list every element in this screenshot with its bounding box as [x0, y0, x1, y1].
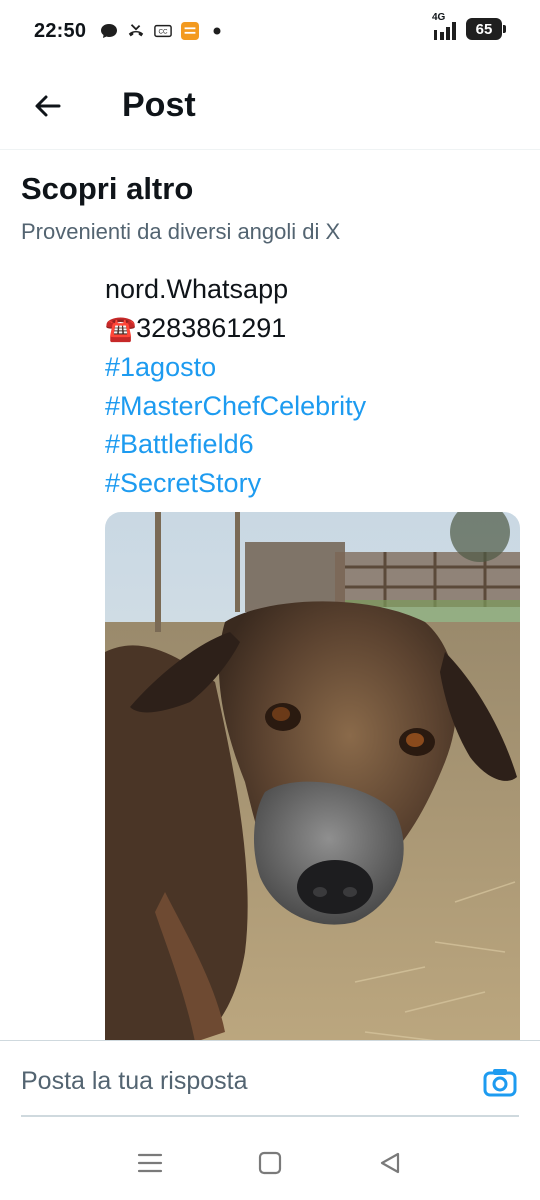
- status-bar: 22:50 CC 4G 65: [0, 0, 540, 62]
- system-nav-bar: [0, 1126, 540, 1200]
- menu-icon: [137, 1153, 163, 1173]
- home-button[interactable]: [246, 1139, 294, 1187]
- back-button[interactable]: [18, 76, 78, 136]
- system-back-button[interactable]: [366, 1139, 414, 1187]
- back-triangle-icon: [380, 1152, 400, 1174]
- recents-button[interactable]: [126, 1139, 174, 1187]
- phone-number: 3283861291: [136, 312, 287, 343]
- dog-photo: [105, 512, 520, 1052]
- chat-bubble-icon: [100, 22, 118, 40]
- status-right-icons: 4G 65: [432, 12, 506, 40]
- post-text-line: nord.Whatsapp: [105, 274, 289, 304]
- status-notification-icons: CC: [100, 22, 226, 40]
- svg-text:CC: CC: [159, 29, 169, 36]
- reply-underline: [21, 1115, 519, 1117]
- missed-call-icon: [127, 22, 145, 40]
- telephone-icon: ☎️: [105, 314, 137, 343]
- reply-bar: [0, 1040, 540, 1126]
- page-header: Post: [0, 62, 540, 150]
- camera-icon: [483, 1069, 517, 1097]
- battery-level: 65: [475, 20, 493, 38]
- network-type: 4G: [432, 12, 446, 23]
- hashtag-link[interactable]: #Battlefield6: [105, 425, 525, 464]
- discover-title: Scopri altro: [21, 171, 194, 206]
- camera-button[interactable]: [482, 1065, 518, 1101]
- post-media-image[interactable]: [105, 512, 520, 1052]
- home-square-icon: [258, 1151, 282, 1175]
- notification-icon: CC: [154, 22, 172, 40]
- status-time: 22:50: [34, 19, 87, 42]
- signal-icon: 4G: [432, 12, 460, 40]
- discover-subtitle: Provenienti da diversi angoli di X: [21, 219, 341, 244]
- post-text[interactable]: nord.Whatsapp ☎️3283861291 #1agosto #Mas…: [105, 270, 525, 503]
- hashtag-link[interactable]: #SecretStory: [105, 464, 525, 503]
- reply-input[interactable]: [21, 1067, 461, 1096]
- battery-icon: 65: [466, 18, 506, 40]
- hashtag-link[interactable]: #MasterChefCelebrity: [105, 387, 525, 426]
- app-icon: [181, 22, 200, 40]
- page-title: Post: [122, 86, 196, 124]
- dot-icon: [208, 22, 226, 40]
- post-phone-line: ☎️3283861291: [105, 309, 525, 349]
- hashtag-link[interactable]: #1agosto: [105, 348, 525, 387]
- discover-section: Scopri altro Provenienti da diversi ango…: [21, 168, 521, 248]
- arrow-left-icon: [35, 95, 61, 116]
